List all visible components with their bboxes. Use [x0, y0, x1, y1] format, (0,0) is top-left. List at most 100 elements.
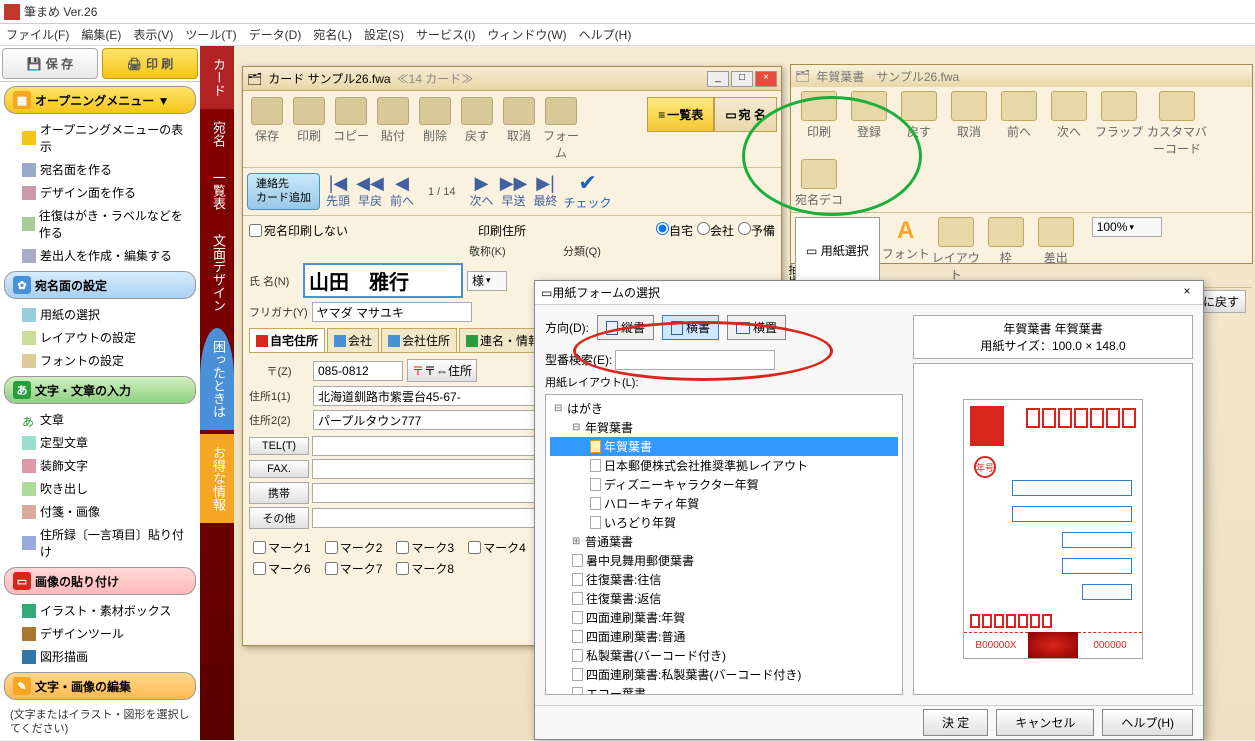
- keisho-dropdown[interactable]: 様: [467, 271, 507, 291]
- print-button[interactable]: 印 刷: [102, 48, 198, 79]
- orient-horizontal-text[interactable]: 横書: [662, 315, 719, 340]
- tree-summer[interactable]: 暑中見舞用郵便葉書: [550, 551, 898, 570]
- ytb-font[interactable]: Aフォント: [882, 217, 930, 283]
- opening-item-show[interactable]: オープニングメニューの表示: [0, 118, 200, 158]
- tree-hagaki[interactable]: ⊟はがき: [550, 399, 898, 418]
- menu-address[interactable]: 宛名(L): [313, 26, 352, 43]
- layout-tree[interactable]: ⊟はがき ⊟年賀葉書 年賀葉書 日本郵便株式会社推奨準拠レイアウト ディズニーキ…: [545, 394, 903, 695]
- window-close-button[interactable]: ×: [755, 71, 777, 87]
- tb-paste[interactable]: 貼付: [373, 97, 413, 144]
- tb-print[interactable]: 印刷: [289, 97, 329, 144]
- window-min-button[interactable]: _: [707, 71, 729, 87]
- tree-round-out[interactable]: 往復葉書:往信: [550, 570, 898, 589]
- ytb-layout[interactable]: レイアウト: [932, 217, 980, 283]
- orient-vertical[interactable]: 縦書: [597, 315, 654, 340]
- ytb-frame[interactable]: 枠: [982, 217, 1030, 283]
- paper-select-button[interactable]: ▭ 用紙選択: [795, 217, 880, 283]
- ytb-flap[interactable]: フラップ: [1095, 91, 1143, 157]
- menu-service[interactable]: サービス(I): [416, 26, 475, 43]
- menu-file[interactable]: ファイル(F): [6, 26, 69, 43]
- check-button[interactable]: ✔チェック: [564, 172, 612, 211]
- ytb-prev[interactable]: 前へ: [995, 91, 1043, 157]
- dialog-close-button[interactable]: ×: [1177, 284, 1197, 302]
- menu-data[interactable]: データ(D): [249, 26, 302, 43]
- textin-text[interactable]: あ文章: [0, 408, 200, 431]
- address-settings-header[interactable]: ✿ 宛名面の設定: [4, 271, 196, 299]
- tb-delete[interactable]: 削除: [415, 97, 455, 144]
- ytb-undo[interactable]: 戻す: [895, 91, 943, 157]
- menu-view[interactable]: 表示(V): [133, 26, 173, 43]
- addrset-font[interactable]: フォントの設定: [0, 349, 200, 372]
- mark3[interactable]: マーク3: [396, 539, 454, 556]
- mobile-button[interactable]: 携帯: [249, 482, 309, 504]
- nav-first[interactable]: |◀先頭: [324, 174, 352, 209]
- tb-redo[interactable]: 取消: [499, 97, 539, 144]
- radio-company[interactable]: 会社: [697, 222, 734, 239]
- textin-template[interactable]: 定型文章: [0, 431, 200, 454]
- side-tab-list[interactable]: 一覧表: [200, 159, 234, 222]
- ytb-deco[interactable]: 宛名デコ: [795, 159, 843, 208]
- mark6[interactable]: マーク6: [253, 560, 311, 577]
- tree-irodori[interactable]: いろどり年賀: [550, 513, 898, 532]
- textin-balloon[interactable]: 吹き出し: [0, 477, 200, 500]
- tb-save[interactable]: 保存: [247, 97, 287, 144]
- nav-fastback[interactable]: ◀◀早戻: [356, 174, 384, 209]
- radio-home[interactable]: 自宅: [656, 222, 693, 239]
- side-tab-info[interactable]: お得な情報: [200, 434, 234, 523]
- ytb-sender[interactable]: 差出: [1032, 217, 1080, 283]
- toggle-list-button[interactable]: ≡一覧表: [647, 97, 714, 132]
- side-tab-design[interactable]: 文面デザイン: [200, 222, 234, 324]
- image-paste-header[interactable]: ▭ 画像の貼り付け: [4, 567, 196, 595]
- ytb-next[interactable]: 次へ: [1045, 91, 1093, 157]
- fax-button[interactable]: FAX.: [249, 460, 309, 478]
- menu-settings[interactable]: 設定(S): [364, 26, 404, 43]
- tree-nenga[interactable]: 年賀葉書: [550, 437, 898, 456]
- mark1[interactable]: マーク1: [253, 539, 311, 556]
- tree-4private-bc[interactable]: 四面連刷葉書:私製葉書(バーコード付き): [550, 665, 898, 684]
- tb-copy[interactable]: コピー: [331, 97, 371, 144]
- edit-header[interactable]: ✎ 文字・画像の編集: [4, 672, 196, 700]
- text-input-header[interactable]: あ 文字・文章の入力: [4, 376, 196, 404]
- addr-tab-company-addr[interactable]: 会社住所: [381, 328, 457, 352]
- mark7[interactable]: マーク7: [325, 560, 383, 577]
- tree-nenga-group[interactable]: ⊟年賀葉書: [550, 418, 898, 437]
- nav-next[interactable]: ▶次へ: [468, 174, 496, 209]
- side-tab-help[interactable]: 困ったときは: [200, 328, 234, 430]
- mark4[interactable]: マーク4: [468, 539, 526, 556]
- ytb-barcode[interactable]: カスタマバーコード: [1145, 91, 1209, 157]
- addrset-paper[interactable]: 用紙の選択: [0, 303, 200, 326]
- tree-plain[interactable]: ⊞普通葉書: [550, 532, 898, 551]
- textin-address-paste[interactable]: 住所録〔一言項目〕貼り付け: [0, 523, 200, 563]
- addrset-layout[interactable]: レイアウトの設定: [0, 326, 200, 349]
- image-design-tool[interactable]: デザインツール: [0, 622, 200, 645]
- furigana-input[interactable]: [312, 302, 472, 322]
- opening-item-address[interactable]: 宛名面を作る: [0, 158, 200, 181]
- help-button[interactable]: ヘルプ(H): [1102, 709, 1193, 736]
- ytb-print[interactable]: 印刷: [795, 91, 843, 157]
- addr-tab-home[interactable]: 自宅住所: [249, 328, 325, 352]
- zoom-dropdown[interactable]: 100%: [1092, 217, 1162, 237]
- orient-landscape[interactable]: 横置: [727, 315, 786, 340]
- opening-item-sender[interactable]: 差出人を作成・編集する: [0, 244, 200, 267]
- tree-round-return[interactable]: 往復葉書:返信: [550, 589, 898, 608]
- tree-private-bc[interactable]: 私製葉書(バーコード付き): [550, 646, 898, 665]
- menu-tool[interactable]: ツール(T): [185, 26, 236, 43]
- tree-disney[interactable]: ディズニーキャラクター年賀: [550, 475, 898, 494]
- save-button[interactable]: 保 存: [2, 48, 98, 79]
- mark2[interactable]: マーク2: [325, 539, 383, 556]
- opening-item-label[interactable]: 往復はがき・ラベルなどを作る: [0, 204, 200, 244]
- ytb-register[interactable]: 登録: [845, 91, 893, 157]
- opening-menu-header[interactable]: ▦ オープニングメニュー ▼: [4, 86, 196, 114]
- zip-convert-button[interactable]: 〒〒⇔住所: [407, 359, 477, 382]
- model-search-input[interactable]: [615, 350, 775, 370]
- zip-input[interactable]: [313, 361, 403, 381]
- nav-prev[interactable]: ◀前へ: [388, 174, 416, 209]
- tree-kitty[interactable]: ハローキティ年賀: [550, 494, 898, 513]
- tree-echo[interactable]: エコー葉書: [550, 684, 898, 695]
- add-contact-button[interactable]: 連絡先 カード追加: [247, 173, 320, 209]
- menu-edit[interactable]: 編集(E): [81, 26, 121, 43]
- tb-form[interactable]: フォーム: [541, 97, 581, 161]
- nav-fastfwd[interactable]: ▶▶早送: [500, 174, 528, 209]
- menu-help[interactable]: ヘルプ(H): [579, 26, 632, 43]
- side-tab-card[interactable]: カード: [200, 46, 234, 109]
